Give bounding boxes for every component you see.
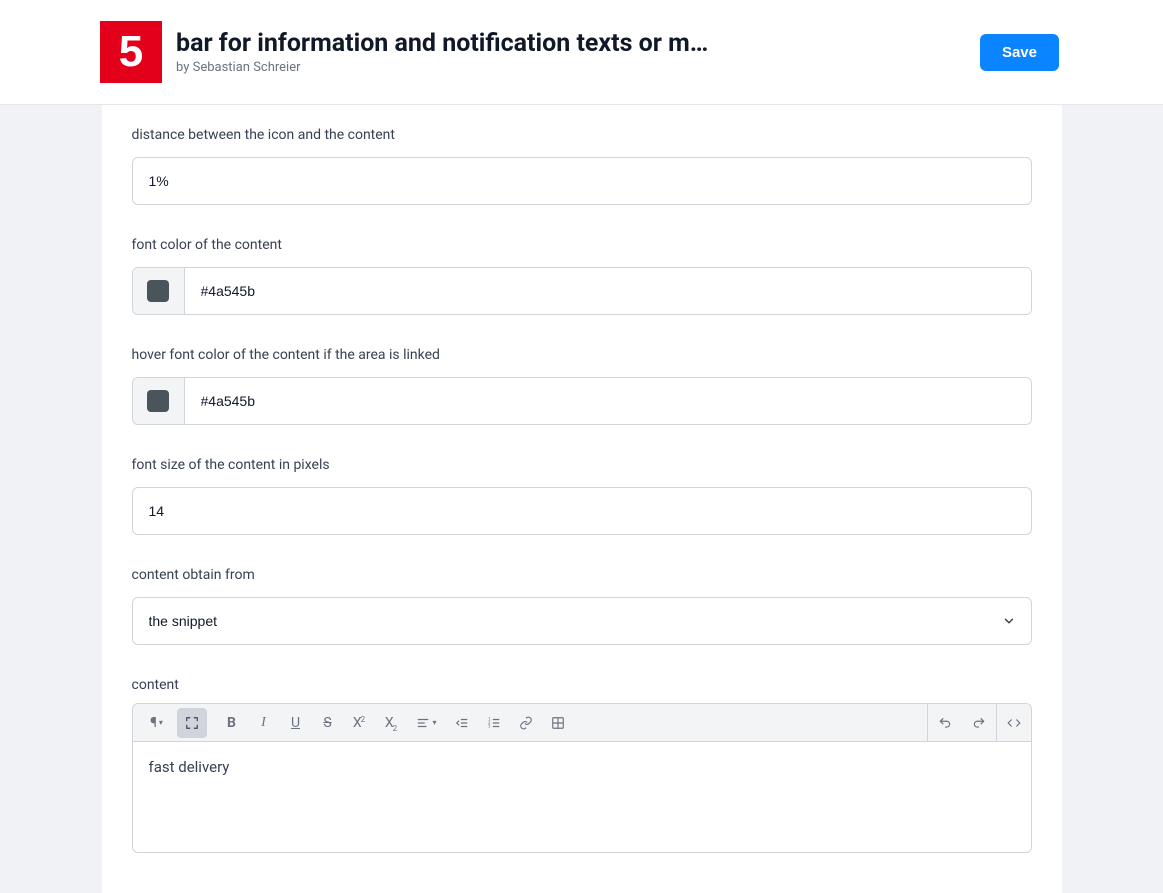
editor-toolbar: ¶▾ B I U S X2 X2 ▾ xyxy=(133,704,1031,742)
expand-icon xyxy=(185,716,199,730)
field-label-distance: distance between the icon and the conten… xyxy=(132,127,1032,143)
strikethrough-button[interactable]: S xyxy=(313,708,343,738)
underline-button[interactable]: U xyxy=(281,708,311,738)
table-button[interactable] xyxy=(543,708,573,738)
bold-button[interactable]: B xyxy=(217,708,247,738)
field-label-content: content xyxy=(132,677,1032,693)
field-label-font-color: font color of the content xyxy=(132,237,1032,253)
rich-text-editor: ¶▾ B I U S X2 X2 ▾ xyxy=(132,703,1032,853)
bold-icon: B xyxy=(227,715,236,731)
link-button[interactable] xyxy=(511,708,541,738)
page-byline: by Sebastian Schreier xyxy=(176,60,940,75)
hover-color-swatch xyxy=(147,390,169,412)
save-button[interactable]: Save xyxy=(980,34,1059,71)
outdent-icon xyxy=(455,716,469,730)
header-left: bar for information and notification tex… xyxy=(100,21,980,83)
italic-icon: I xyxy=(261,715,266,731)
content-from-select-wrap xyxy=(132,597,1032,645)
subscript-button[interactable]: X2 xyxy=(377,708,407,738)
field-content-from: content obtain from xyxy=(132,567,1032,645)
redo-button[interactable] xyxy=(962,704,996,742)
form-panel: distance between the icon and the conten… xyxy=(102,105,1062,893)
paragraph-format-button[interactable]: ¶▾ xyxy=(139,708,175,738)
plugin-logo xyxy=(100,21,162,83)
fullscreen-button[interactable] xyxy=(177,708,207,738)
hover-color-row xyxy=(132,377,1032,425)
undo-button[interactable] xyxy=(928,704,962,742)
italic-button[interactable]: I xyxy=(249,708,279,738)
page-header: bar for information and notification tex… xyxy=(0,0,1163,105)
font-size-input[interactable] xyxy=(132,487,1032,535)
chevron-down-icon: ▾ xyxy=(432,718,436,727)
field-label-content-from: content obtain from xyxy=(132,567,1032,583)
font-color-swatch xyxy=(147,280,169,302)
table-icon xyxy=(551,716,565,730)
font-color-input[interactable] xyxy=(185,268,1031,314)
superscript-icon: X2 xyxy=(353,715,366,731)
field-distance: distance between the icon and the conten… xyxy=(132,127,1032,205)
strikethrough-icon: S xyxy=(323,715,331,731)
field-font-size: font size of the content in pixels xyxy=(132,457,1032,535)
align-button[interactable]: ▾ xyxy=(409,708,445,738)
subscript-icon: X2 xyxy=(385,715,398,731)
undo-icon xyxy=(938,716,952,730)
font-color-row xyxy=(132,267,1032,315)
content-textarea[interactable]: fast delivery xyxy=(133,742,1031,852)
chevron-down-icon: ▾ xyxy=(159,718,163,727)
hover-color-swatch-button[interactable] xyxy=(133,378,185,424)
distance-input[interactable] xyxy=(132,157,1032,205)
page-title: bar for information and notification tex… xyxy=(176,29,756,58)
hover-color-input[interactable] xyxy=(185,378,1031,424)
link-icon xyxy=(519,716,533,730)
toolbar-right xyxy=(927,704,1031,741)
field-label-hover-color: hover font color of the content if the a… xyxy=(132,347,1032,363)
superscript-button[interactable]: X2 xyxy=(345,708,375,738)
svg-text:3: 3 xyxy=(488,723,491,728)
toolbar-left: ¶▾ B I U S X2 X2 ▾ xyxy=(133,704,927,741)
title-block: bar for information and notification tex… xyxy=(176,29,980,75)
code-icon xyxy=(1007,716,1021,730)
field-label-font-size: font size of the content in pixels xyxy=(132,457,1032,473)
font-color-swatch-button[interactable] xyxy=(133,268,185,314)
content-from-select[interactable] xyxy=(132,597,1032,645)
align-left-icon xyxy=(416,716,430,730)
field-font-color: font color of the content xyxy=(132,237,1032,315)
pilcrow-icon: ¶ xyxy=(150,715,157,731)
redo-icon xyxy=(972,716,986,730)
field-hover-color: hover font color of the content if the a… xyxy=(132,347,1032,425)
underline-icon: U xyxy=(291,715,300,731)
outdent-button[interactable] xyxy=(447,708,477,738)
code-view-button[interactable] xyxy=(997,704,1031,742)
list-ordered-icon: 123 xyxy=(487,716,501,730)
field-content: content ¶▾ B I U S X2 xyxy=(132,677,1032,853)
ordered-list-button[interactable]: 123 xyxy=(479,708,509,738)
